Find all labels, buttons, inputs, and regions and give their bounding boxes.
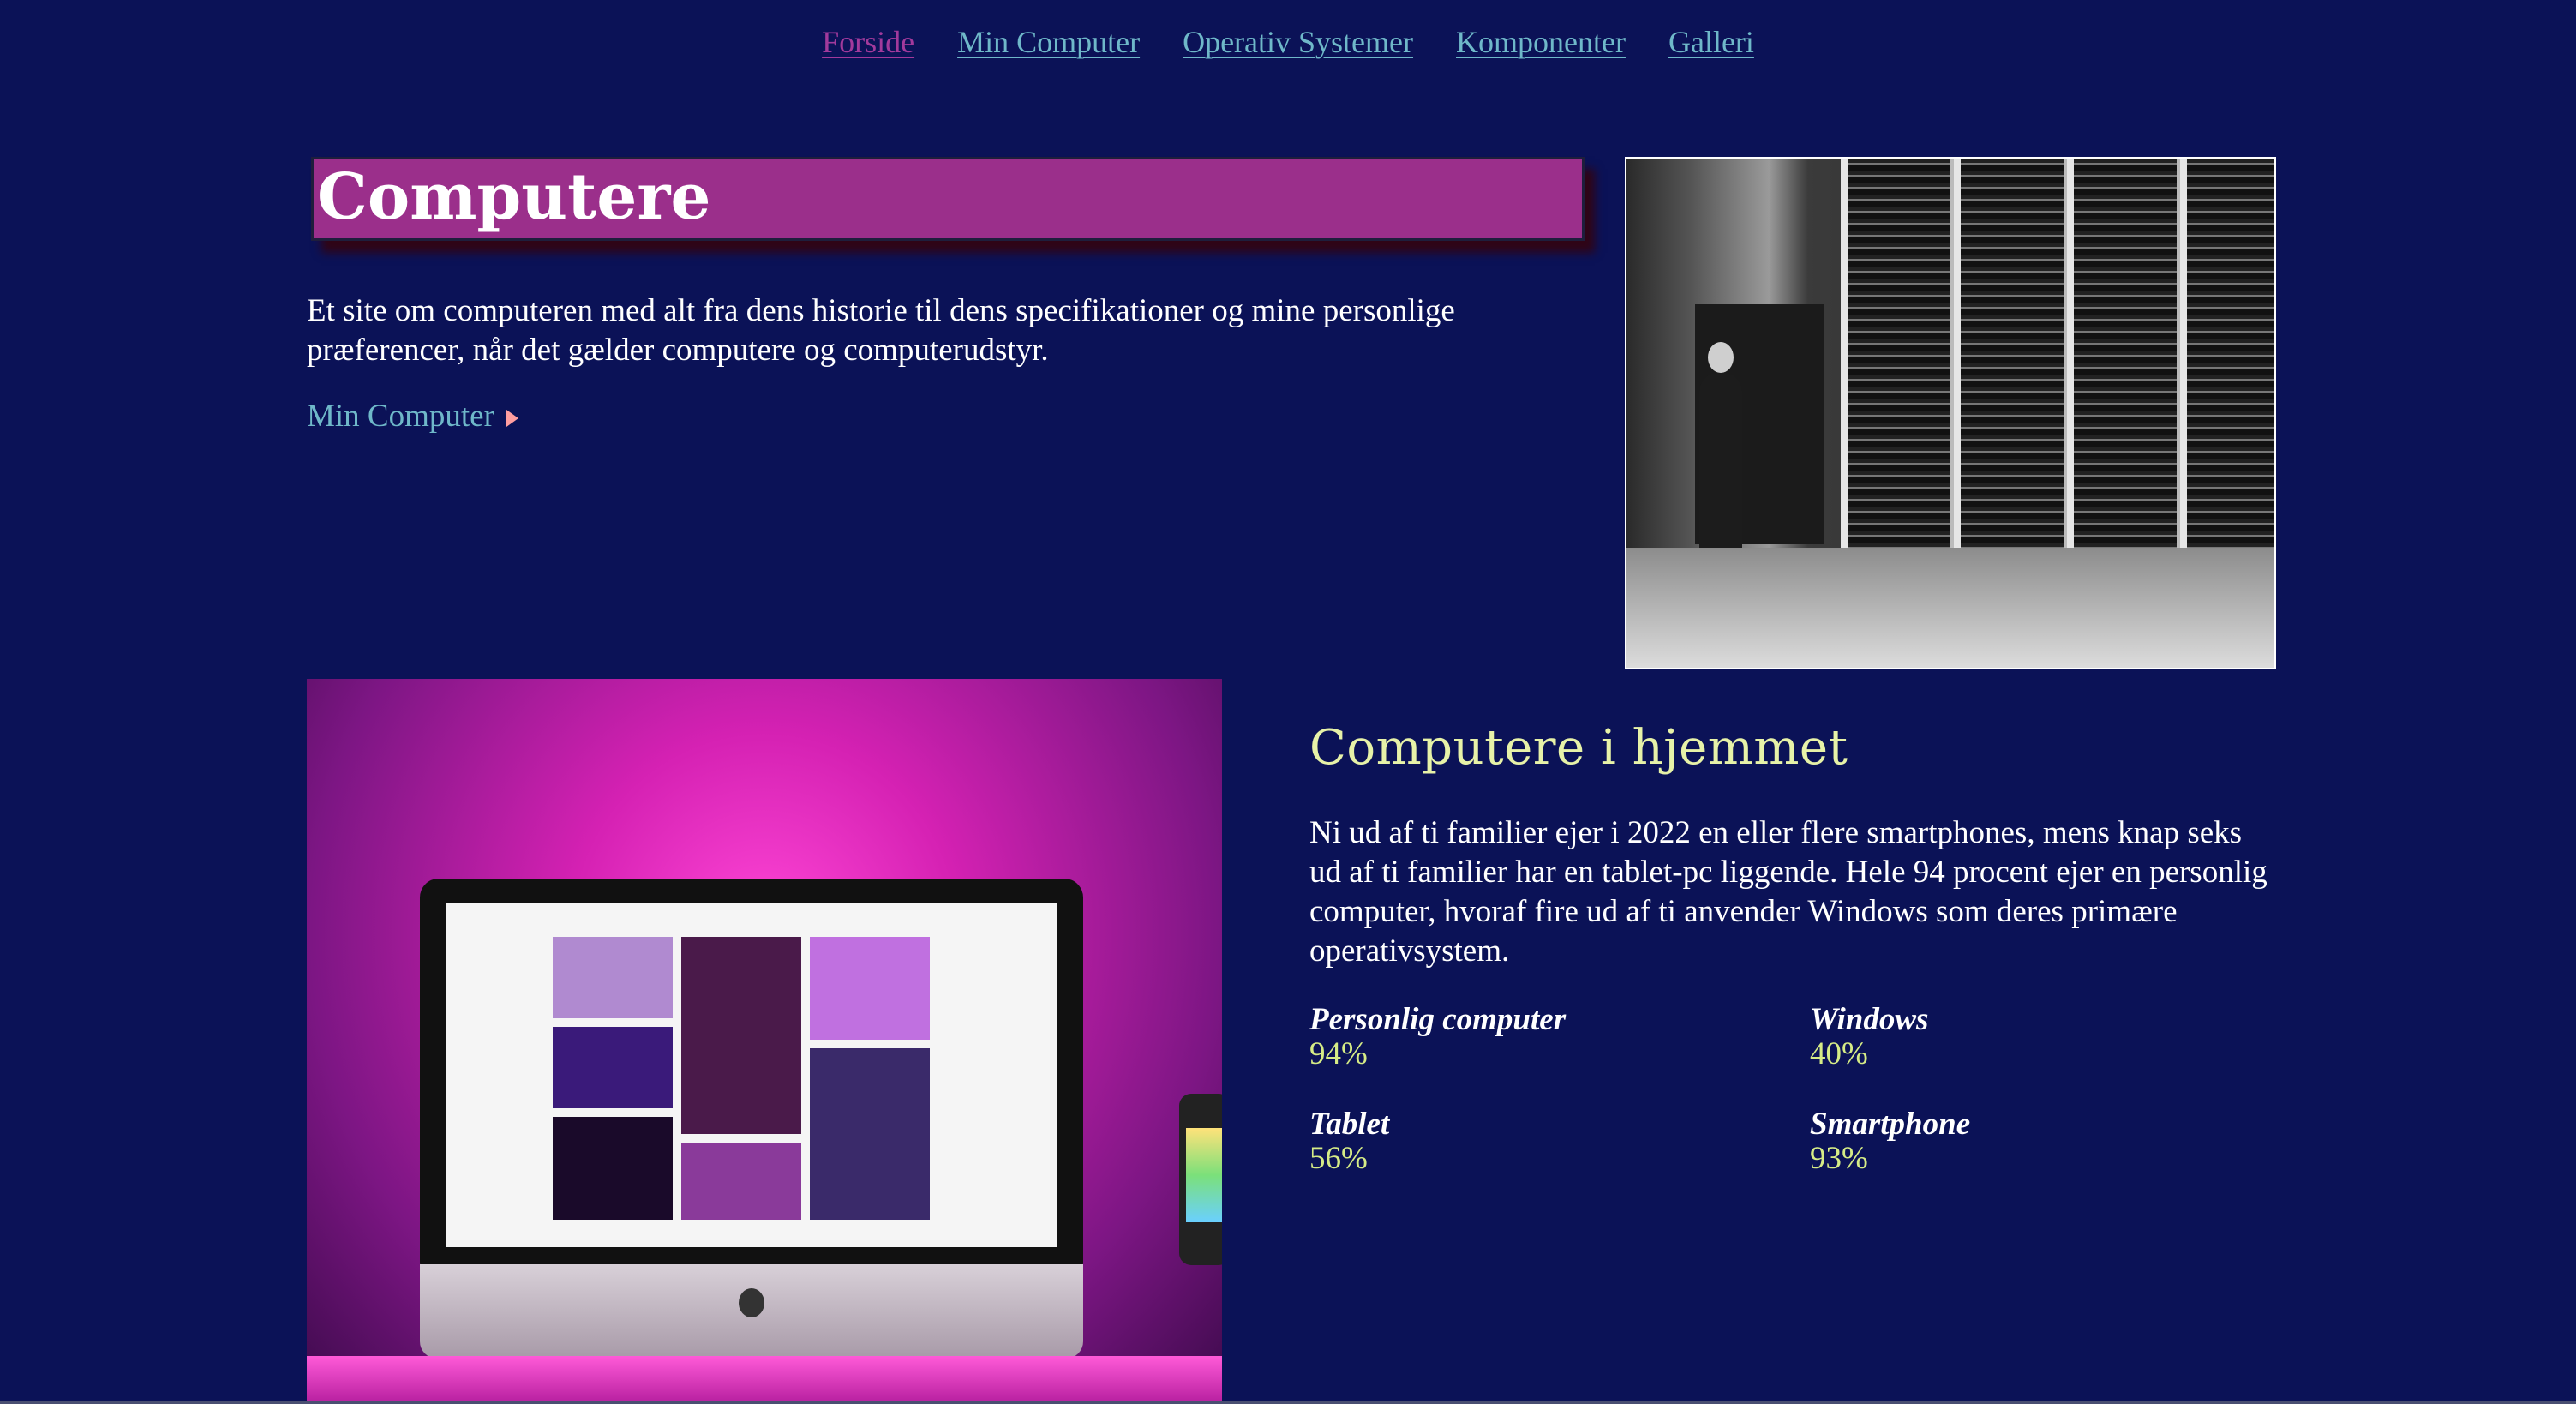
stat-label: Personlig computer bbox=[1309, 1002, 1567, 1037]
min-computer-link-label: Min Computer bbox=[307, 399, 494, 434]
nav-link-operativ-systemer[interactable]: Operativ Systemer bbox=[1183, 24, 1413, 60]
page: Forside Min Computer Operativ Systemer K… bbox=[0, 0, 2576, 1404]
screen-tile bbox=[810, 1048, 930, 1220]
nav-link-galleri[interactable]: Galleri bbox=[1668, 24, 1754, 60]
monitor bbox=[420, 879, 1083, 1281]
page-title: Computere bbox=[317, 160, 711, 234]
stat-smartphone: Smartphone 93% bbox=[1810, 1107, 2303, 1176]
screen-tile bbox=[553, 937, 673, 1018]
stat-label: Windows bbox=[1810, 1002, 1929, 1037]
screen-tile bbox=[681, 1143, 801, 1220]
screen-tile bbox=[681, 937, 801, 1134]
screen-tile bbox=[553, 1027, 673, 1108]
section-body: Ni ud af ti familier ejer i 2022 en elle… bbox=[1309, 815, 2267, 969]
stat-value: 40% bbox=[1810, 1036, 1868, 1071]
stat-value: 56% bbox=[1309, 1141, 1368, 1176]
phone bbox=[1179, 1094, 1222, 1265]
stats-grid: Personlig computer 94% Windows 40% Table… bbox=[1309, 1003, 2303, 1176]
imac-image bbox=[307, 679, 1222, 1404]
page-title-box: Computere bbox=[311, 157, 1585, 241]
stat-label: Smartphone bbox=[1810, 1107, 1971, 1142]
intro-text: Et site om computeren med alt fra dens h… bbox=[307, 293, 1455, 368]
screen-tile bbox=[810, 937, 930, 1040]
stat-value: 94% bbox=[1309, 1036, 1368, 1071]
stat-personal-computer: Personlig computer 94% bbox=[1309, 1003, 1810, 1071]
desk bbox=[307, 1356, 1222, 1404]
monitor-chin bbox=[420, 1264, 1083, 1359]
nav-link-forside[interactable]: Forside bbox=[822, 24, 914, 60]
main-nav: Forside Min Computer Operativ Systemer K… bbox=[0, 24, 2576, 60]
section-heading: Computere i hjemmet bbox=[1309, 720, 1848, 776]
stat-value: 93% bbox=[1810, 1141, 1868, 1176]
nav-link-komponenter[interactable]: Komponenter bbox=[1456, 24, 1626, 60]
stat-tablet: Tablet 56% bbox=[1309, 1107, 1810, 1176]
screen-tile bbox=[553, 1117, 673, 1220]
floor bbox=[1626, 548, 2274, 668]
min-computer-link[interactable]: Min Computer bbox=[307, 398, 518, 435]
nav-link-min-computer[interactable]: Min Computer bbox=[957, 24, 1140, 60]
monitor-screen bbox=[446, 903, 1057, 1247]
bottom-border bbox=[0, 1401, 2576, 1404]
home-computers-section: Computere i hjemmet Ni ud af ti familier… bbox=[1309, 720, 2269, 971]
stat-label: Tablet bbox=[1309, 1107, 1390, 1142]
stat-windows: Windows 40% bbox=[1810, 1003, 2303, 1071]
computer-room-image bbox=[1625, 157, 2276, 669]
arrow-right-icon bbox=[506, 409, 518, 427]
apple-logo-icon bbox=[739, 1288, 764, 1317]
